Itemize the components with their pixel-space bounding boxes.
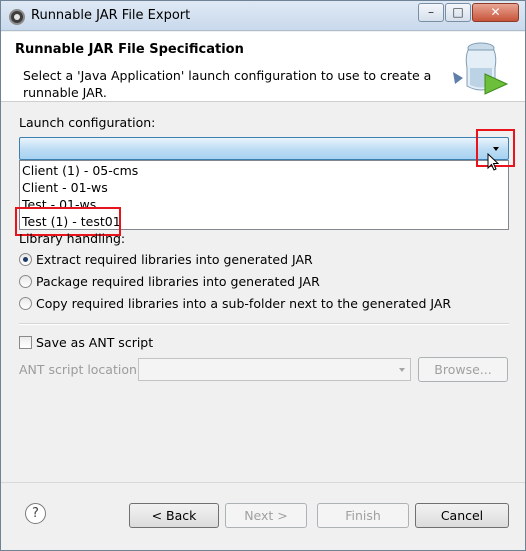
- library-handling-label: Library handling:: [19, 231, 126, 246]
- jar-export-icon: [453, 42, 509, 95]
- eclipse-icon: [9, 9, 25, 25]
- radio-package-control[interactable]: [19, 274, 32, 288]
- mouse-cursor-icon: [487, 153, 499, 171]
- maximize-button[interactable]: □: [445, 3, 471, 22]
- browse-button[interactable]: Browse...: [418, 357, 508, 382]
- page-description: Select a 'Java Application' launch confi…: [23, 68, 432, 100]
- divider: [19, 323, 509, 325]
- save-ant-checkbox-row[interactable]: Save as ANT script: [19, 333, 153, 351]
- radio-copy-label: Copy required libraries into a sub-folde…: [36, 295, 452, 311]
- radio-extract[interactable]: Extract required libraries into generate…: [19, 250, 313, 268]
- radio-extract-control[interactable]: [19, 252, 32, 266]
- footer-divider: [1, 482, 525, 483]
- ant-location-label: ANT script location:: [19, 362, 142, 377]
- cancel-button[interactable]: Cancel: [415, 503, 509, 528]
- next-button[interactable]: Next >: [225, 503, 307, 528]
- save-ant-checkbox[interactable]: [19, 335, 32, 349]
- minimize-button[interactable]: –: [418, 3, 444, 22]
- export-dialog: Runnable JAR File Export – □ ✕ Runnable …: [0, 0, 526, 551]
- save-ant-label: Save as ANT script: [36, 334, 154, 350]
- list-item[interactable]: Client - 01-ws: [22, 179, 108, 196]
- help-icon[interactable]: ?: [25, 503, 46, 524]
- wizard-header: Runnable JAR File Specification Select a…: [1, 32, 525, 102]
- finish-button[interactable]: Finish: [317, 503, 409, 528]
- chevron-down-icon: [399, 368, 405, 372]
- radio-package-label: Package required libraries into generate…: [36, 273, 320, 289]
- launch-config-combo[interactable]: [19, 137, 509, 160]
- back-button[interactable]: < Back: [129, 503, 219, 528]
- radio-extract-label: Extract required libraries into generate…: [36, 251, 313, 267]
- launch-config-label: Launch configuration:: [19, 115, 156, 130]
- ant-location-combo[interactable]: [138, 358, 411, 381]
- list-item[interactable]: Client (1) - 05-cms: [22, 162, 138, 179]
- page-title: Runnable JAR File Specification: [15, 42, 244, 57]
- close-button[interactable]: ✕: [472, 3, 519, 22]
- radio-copy[interactable]: Copy required libraries into a sub-folde…: [19, 294, 451, 312]
- radio-package[interactable]: Package required libraries into generate…: [19, 272, 320, 290]
- radio-copy-control[interactable]: [19, 296, 32, 310]
- window-title: Runnable JAR File Export: [31, 8, 191, 23]
- title-bar[interactable]: Runnable JAR File Export – □ ✕: [1, 1, 525, 31]
